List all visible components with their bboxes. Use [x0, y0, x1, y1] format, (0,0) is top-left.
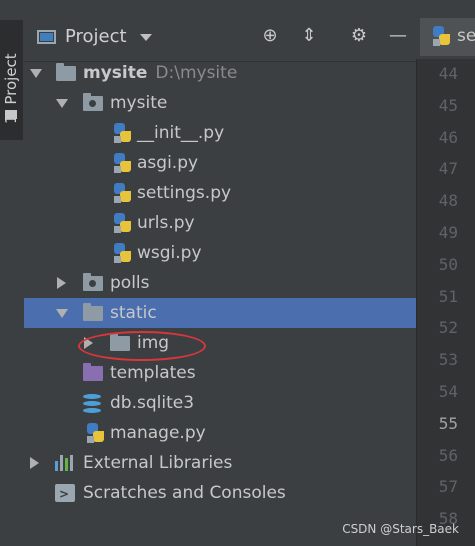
- tree-item-mysite-package[interactable]: mysite: [24, 88, 416, 118]
- expand-arrow-icon[interactable]: [30, 457, 39, 469]
- chevron-down-icon[interactable]: [140, 34, 152, 41]
- line-number: 52: [438, 318, 458, 338]
- tree-item-label: wsgi.py: [137, 243, 202, 263]
- python-file-icon: [114, 183, 132, 203]
- project-tool-tab[interactable]: 1: Project: [0, 20, 23, 140]
- package-folder-icon: [83, 93, 103, 111]
- tree-item-templates[interactable]: templates: [24, 358, 416, 388]
- expand-arrow-icon[interactable]: [56, 99, 68, 108]
- tree-item-label: Scratches and Consoles: [83, 483, 286, 503]
- tree-item-label: manage.py: [110, 423, 206, 443]
- line-number: 47: [438, 159, 458, 179]
- tree-item-root-label: mysite D:\mysite: [83, 58, 237, 88]
- top-strip: [0, 0, 475, 10]
- templates-folder-icon: [83, 363, 103, 381]
- project-view-icon: [37, 30, 56, 44]
- locate-icon[interactable]: ⊕: [258, 24, 282, 48]
- python-file-icon: [114, 123, 132, 143]
- line-number: 50: [438, 254, 458, 274]
- tree-item-label: db.sqlite3: [110, 393, 195, 413]
- folder-icon: [5, 110, 17, 119]
- database-icon: [83, 394, 101, 413]
- folder-icon: [83, 303, 103, 321]
- tree-item-label: __init__.py: [137, 123, 225, 143]
- folder-icon: [56, 63, 76, 81]
- scratches-icon: [55, 479, 75, 509]
- line-number: 45: [438, 95, 458, 115]
- line-number: 57: [438, 477, 458, 497]
- tree-item-label: templates: [110, 363, 196, 383]
- project-toolbar: Project ⊕ ⇕ ⚙ —: [24, 10, 416, 62]
- tree-item-manage[interactable]: manage.py: [24, 418, 416, 448]
- tree-item-label: mysite: [110, 93, 168, 113]
- python-file-icon: [87, 423, 105, 443]
- root-name: mysite: [83, 63, 148, 83]
- line-number: 55: [438, 413, 458, 433]
- line-number: 51: [438, 286, 458, 306]
- libraries-icon: [55, 455, 75, 471]
- python-file-icon: [114, 153, 132, 173]
- line-number: 54: [438, 382, 458, 401]
- hide-icon[interactable]: —: [386, 24, 410, 48]
- line-number: 48: [438, 191, 458, 211]
- gear-icon[interactable]: ⚙: [347, 24, 371, 48]
- expand-arrow-icon[interactable]: [57, 277, 66, 289]
- tree-item-db[interactable]: db.sqlite3: [24, 388, 416, 418]
- expand-arrow-icon[interactable]: [30, 69, 42, 78]
- tree-item-label: polls: [110, 273, 150, 293]
- package-folder-icon: [83, 273, 103, 291]
- collapse-all-icon[interactable]: ⇕: [297, 24, 321, 48]
- tree-item-file[interactable]: urls.py: [24, 208, 416, 238]
- tree-item-file[interactable]: asgi.py: [24, 148, 416, 178]
- expand-arrow-icon[interactable]: [56, 309, 68, 318]
- tree-item-polls[interactable]: polls: [24, 268, 416, 298]
- tree-item-external-libraries[interactable]: External Libraries: [24, 448, 416, 478]
- line-number: 53: [438, 350, 458, 370]
- tree-item-root[interactable]: mysite D:\mysite: [24, 58, 416, 88]
- python-file-icon: [433, 26, 451, 46]
- tree-item-static[interactable]: static: [24, 298, 416, 328]
- line-number: 56: [438, 445, 458, 465]
- tree-item-file[interactable]: settings.py: [24, 178, 416, 208]
- line-number: 49: [438, 223, 458, 242]
- project-view-selector[interactable]: Project: [65, 26, 127, 47]
- editor-tab-label: se: [457, 26, 475, 46]
- tree-item-label: static: [110, 303, 157, 323]
- tree-item-label: asgi.py: [137, 153, 199, 173]
- annotation-ellipse: [78, 331, 206, 361]
- tree-item-label: urls.py: [137, 213, 195, 233]
- root-path: D:\mysite: [155, 63, 238, 83]
- watermark: CSDN @Stars_Baek: [342, 522, 459, 536]
- tree-item-file[interactable]: wsgi.py: [24, 238, 416, 268]
- tree-item-label: settings.py: [137, 183, 232, 203]
- tree-item-label: External Libraries: [83, 453, 233, 473]
- tree-item-scratches[interactable]: Scratches and Consoles: [24, 478, 416, 509]
- tree-item-file[interactable]: __init__.py: [24, 118, 416, 148]
- line-number: 44: [438, 64, 458, 83]
- line-number: 46: [438, 127, 458, 147]
- python-file-icon: [114, 243, 132, 263]
- python-file-icon: [114, 213, 132, 233]
